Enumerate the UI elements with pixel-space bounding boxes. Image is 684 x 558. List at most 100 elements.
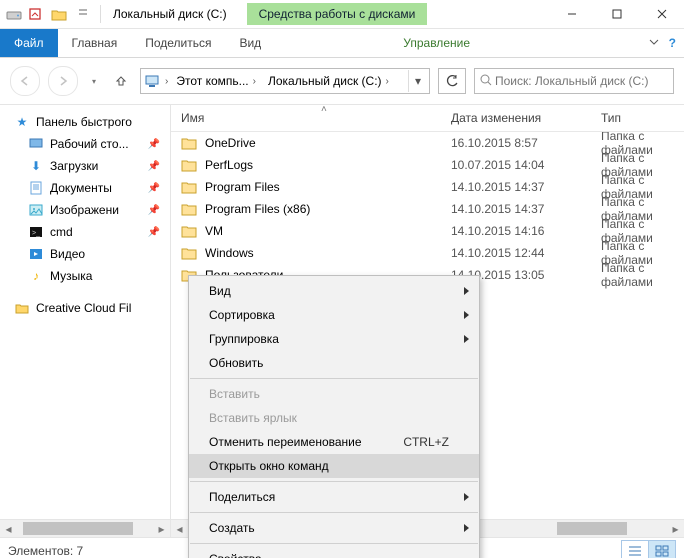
address-bar[interactable]: › Этот компь...› Локальный диск (C:)› ▾	[140, 68, 430, 94]
menu-separator	[190, 512, 478, 513]
tree-documents[interactable]: Документы📌	[0, 177, 170, 199]
file-name: PerfLogs	[205, 158, 253, 172]
window-buttons	[549, 0, 684, 28]
minimize-button[interactable]	[549, 0, 594, 28]
menu-paste: Вставить	[189, 382, 479, 406]
file-name: Program Files	[205, 180, 280, 194]
qat-properties-button[interactable]	[24, 3, 46, 25]
folder-icon	[181, 202, 197, 216]
tree-label: cmd	[50, 225, 73, 239]
view-switcher	[622, 540, 676, 558]
music-icon: ♪	[28, 268, 44, 284]
search-box[interactable]	[474, 68, 674, 94]
tree-music[interactable]: ♪ Музыка	[0, 265, 170, 287]
status-item-count: Элементов: 7	[8, 544, 83, 558]
refresh-button[interactable]	[438, 68, 466, 94]
menu-sort[interactable]: Сортировка	[189, 303, 479, 327]
tree-desktop[interactable]: Рабочий сто...📌	[0, 133, 170, 155]
scroll-track[interactable]	[17, 520, 153, 537]
videos-icon	[28, 246, 44, 262]
tree-scrollbar[interactable]: ◂ ▸	[0, 519, 170, 537]
column-headers: ˄ Имя Дата изменения Тип	[171, 105, 684, 132]
help-icon[interactable]: ?	[669, 36, 676, 50]
col-type[interactable]: Тип	[591, 105, 684, 131]
menu-undo-rename[interactable]: Отменить переименованиеCTRL+Z	[189, 430, 479, 454]
title-bar-left: Локальный диск (C:) Средства работы с ди…	[6, 3, 549, 25]
menu-view[interactable]: Вид	[189, 279, 479, 303]
menu-label: Открыть окно команд	[209, 459, 329, 473]
tree-label: Загрузки	[50, 159, 98, 173]
drive-icon	[6, 6, 22, 22]
menu-open-command-window[interactable]: Открыть окно команд	[189, 454, 479, 478]
file-name: VM	[205, 224, 223, 238]
view-icons-button[interactable]	[648, 540, 676, 558]
ribbon-expand-icon[interactable]	[649, 36, 659, 50]
scroll-thumb[interactable]	[23, 522, 133, 535]
scroll-right-icon[interactable]: ▸	[667, 520, 684, 537]
context-menu: Вид Сортировка Группировка Обновить Вста…	[188, 275, 480, 558]
crumb-label: Локальный диск (C:)	[268, 74, 382, 88]
tree-cmd[interactable]: >_cmd📌	[0, 221, 170, 243]
menu-properties[interactable]: Свойства	[189, 547, 479, 558]
menu-separator	[190, 481, 478, 482]
col-name[interactable]: Имя	[171, 105, 441, 131]
scroll-left-icon[interactable]: ◂	[0, 520, 17, 537]
folder-icon	[14, 300, 30, 316]
folder-icon	[181, 224, 197, 238]
menu-group[interactable]: Группировка	[189, 327, 479, 351]
menu-new[interactable]: Создать	[189, 516, 479, 540]
menu-label: Отменить переименование	[209, 435, 362, 449]
tab-file[interactable]: Файл	[0, 29, 58, 57]
contextual-tools-label: Средства работы с дисками	[247, 3, 428, 25]
tree-label: Документы	[50, 181, 112, 195]
search-input[interactable]	[493, 73, 669, 89]
nav-back-button[interactable]	[10, 66, 40, 96]
qat-customize-button[interactable]	[72, 3, 94, 25]
crumb-root-chevron[interactable]: ›	[165, 76, 168, 87]
tree-videos[interactable]: Видео	[0, 243, 170, 265]
tree-label: Изображени	[50, 203, 119, 217]
crumb-this-pc[interactable]: Этот компь...›	[172, 70, 260, 92]
file-date: 16.10.2015 8:57	[441, 132, 591, 154]
tab-home[interactable]: Главная	[58, 29, 132, 57]
menu-label: Создать	[209, 521, 255, 535]
tab-share[interactable]: Поделиться	[131, 29, 225, 57]
view-details-button[interactable]	[621, 540, 649, 558]
close-button[interactable]	[639, 0, 684, 28]
tree-downloads[interactable]: ⬇Загрузки📌	[0, 155, 170, 177]
tree-creative-cloud[interactable]: Creative Cloud Fil	[0, 297, 170, 319]
nav-forward-button[interactable]	[48, 66, 78, 96]
file-name: Program Files (x86)	[205, 202, 310, 216]
menu-share[interactable]: Поделиться	[189, 485, 479, 509]
scroll-right-icon[interactable]: ▸	[153, 520, 170, 537]
pictures-icon	[28, 202, 44, 218]
tree-pictures[interactable]: Изображени 📌	[0, 199, 170, 221]
pin-icon: 📌	[148, 205, 160, 216]
folder-icon	[181, 180, 197, 194]
tab-view[interactable]: Вид	[225, 29, 275, 57]
file-date: 14.10.2015 14:37	[441, 176, 591, 198]
title-bar: Локальный диск (C:) Средства работы с ди…	[0, 0, 684, 29]
ribbon-right: ?	[649, 29, 676, 57]
nav-up-button[interactable]	[110, 70, 132, 92]
crumb-drive-c[interactable]: Локальный диск (C:)›	[264, 70, 393, 92]
file-name: OneDrive	[205, 136, 256, 150]
tab-manage[interactable]: Управление	[389, 29, 484, 57]
nav-history-dropdown[interactable]: ▾	[86, 77, 102, 86]
folder-icon	[181, 136, 197, 150]
scroll-thumb[interactable]	[557, 522, 627, 535]
sort-indicator-icon: ˄	[321, 104, 327, 115]
maximize-button[interactable]	[594, 0, 639, 28]
svg-text:>_: >_	[32, 230, 40, 237]
menu-label: Группировка	[209, 332, 279, 346]
file-name: Windows	[205, 246, 254, 260]
tree-label: Музыка	[50, 269, 92, 283]
col-date[interactable]: Дата изменения	[441, 105, 591, 131]
file-date: 14.10.2015 12:44	[441, 242, 591, 264]
qat-newfolder-button[interactable]	[48, 3, 70, 25]
search-icon	[479, 73, 493, 90]
address-dropdown-icon[interactable]: ▾	[408, 70, 427, 92]
scroll-left-icon[interactable]: ◂	[171, 520, 188, 537]
tree-quick-access[interactable]: ★Панель быстрого	[0, 111, 170, 133]
menu-refresh[interactable]: Обновить	[189, 351, 479, 375]
